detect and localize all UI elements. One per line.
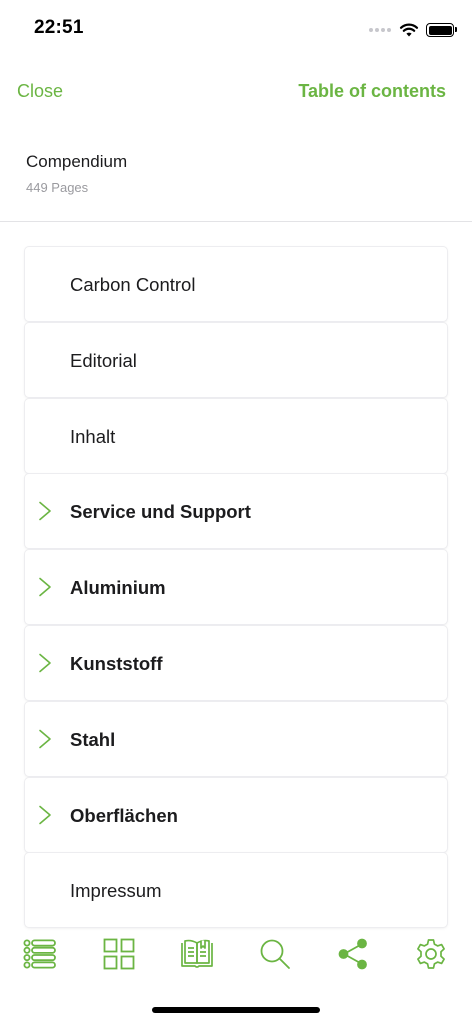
- wifi-icon: [399, 23, 419, 37]
- toc-item[interactable]: Kunststoff: [25, 625, 447, 700]
- search-icon[interactable]: [255, 932, 295, 976]
- page-count: 449 Pages: [26, 180, 89, 195]
- book-icon[interactable]: [177, 932, 217, 976]
- settings-icon[interactable]: [411, 932, 451, 976]
- toc-item-label: Oberflächen: [70, 804, 178, 826]
- cellular-signal-icon: [369, 28, 391, 32]
- toc-item[interactable]: Editorial: [25, 322, 447, 397]
- toc-item-label: Impressum: [70, 880, 162, 902]
- toc-item-label: Kunststoff: [70, 652, 163, 674]
- chevron-right-icon[interactable]: [38, 501, 52, 521]
- toc-item[interactable]: Impressum: [25, 853, 447, 928]
- status-time: 22:51: [34, 17, 84, 38]
- battery-icon: [426, 23, 457, 37]
- toc-item-label: Aluminium: [70, 577, 166, 599]
- table-of-contents-button[interactable]: Table of contents: [298, 81, 446, 102]
- status-indicators: [369, 20, 457, 40]
- status-bar: 22:51: [0, 0, 472, 56]
- grid-icon[interactable]: [99, 932, 139, 976]
- toc-item[interactable]: Service und Support: [25, 474, 447, 549]
- chevron-right-icon[interactable]: [38, 805, 52, 825]
- toc-item[interactable]: Aluminium: [25, 550, 447, 625]
- close-button[interactable]: Close: [17, 81, 63, 102]
- toc-item[interactable]: Stahl: [25, 701, 447, 776]
- toc-item-label: Editorial: [70, 349, 137, 371]
- list-icon[interactable]: [20, 932, 60, 976]
- toc-list: Carbon Control Editorial Inhalt Service und…: [25, 247, 447, 929]
- toc-item-label: Carbon Control: [70, 274, 196, 295]
- share-icon[interactable]: [333, 932, 373, 976]
- toc-item-label: Service und Support: [70, 501, 251, 523]
- document-title: Compendium: [26, 152, 128, 171]
- chevron-right-icon[interactable]: [38, 653, 52, 673]
- toc-item[interactable]: Oberflächen: [25, 777, 447, 852]
- navigation-bar: Close Table of contents: [0, 72, 472, 112]
- toc-item[interactable]: Carbon Control: [25, 247, 447, 321]
- home-indicator: [152, 1007, 320, 1013]
- document-header: Compendium 449 Pages: [26, 152, 127, 195]
- header-divider: [0, 221, 472, 222]
- toc-item-label: Stahl: [70, 728, 116, 750]
- toc-item[interactable]: Inhalt: [25, 398, 447, 473]
- chevron-right-icon[interactable]: [38, 729, 52, 749]
- chevron-right-icon[interactable]: [38, 577, 52, 597]
- toc-item-label: Inhalt: [70, 425, 116, 447]
- tab-bar: [0, 932, 472, 980]
